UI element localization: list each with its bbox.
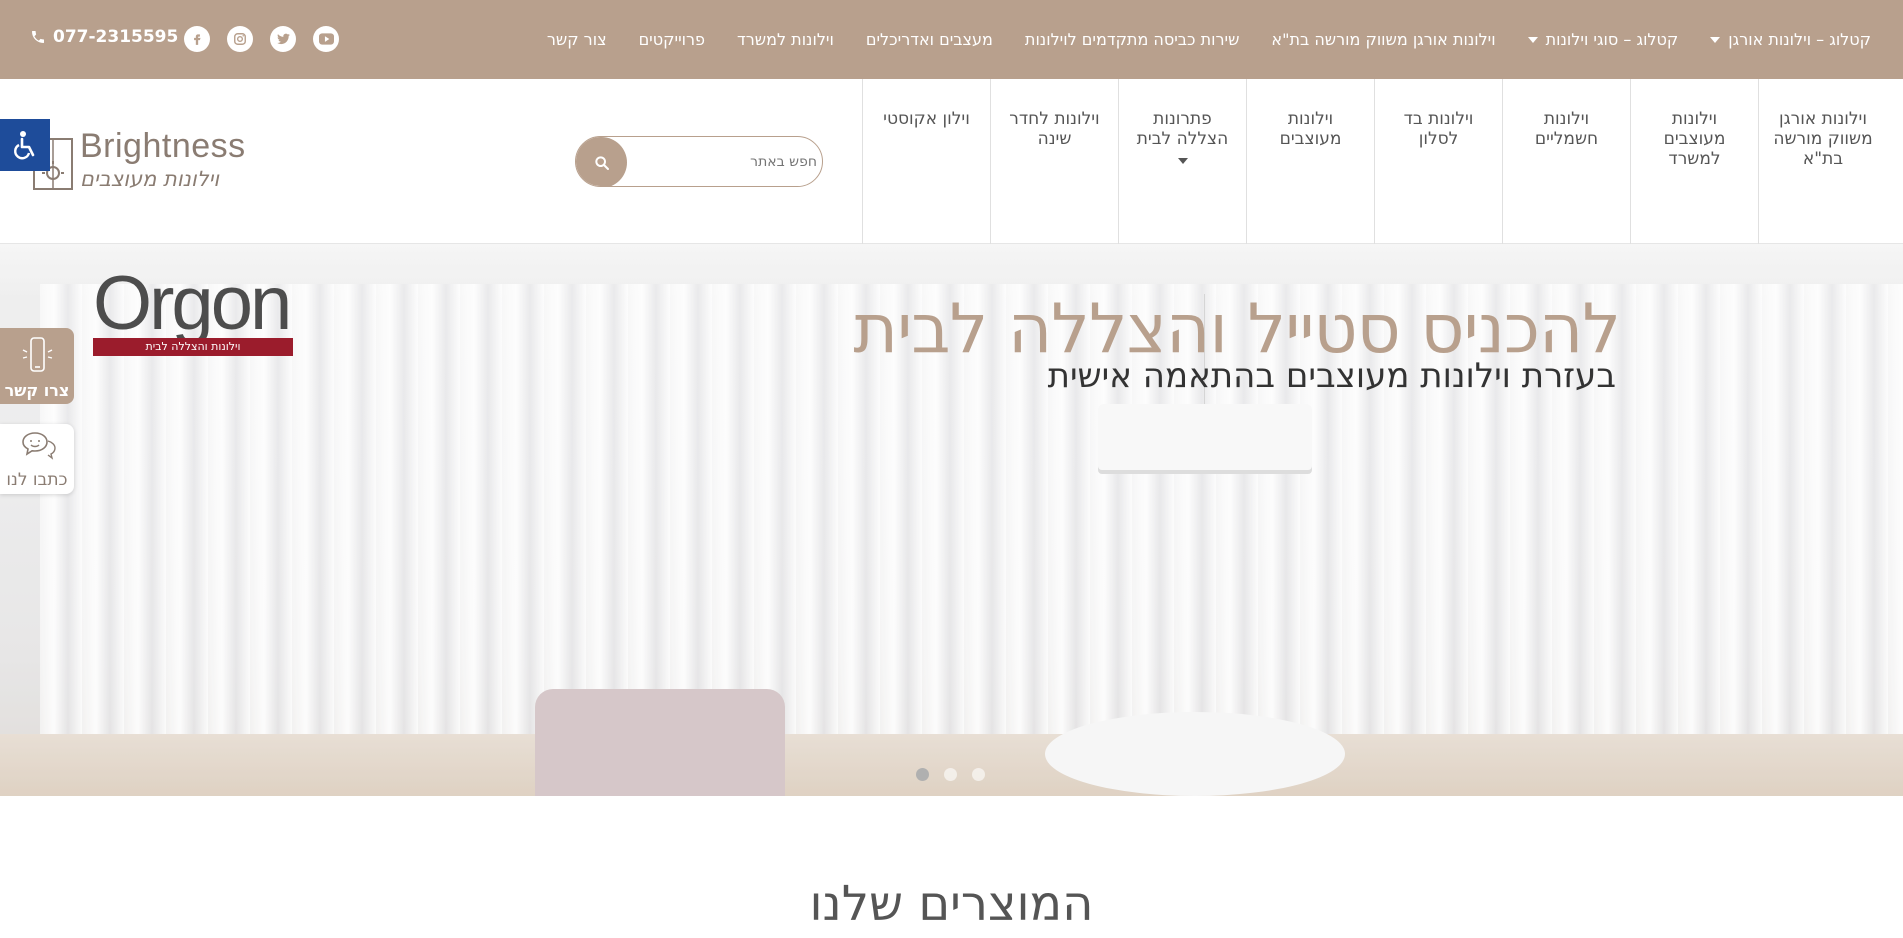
phone-number: 077-2315595 — [53, 27, 179, 47]
category-designed-curtains[interactable]: וילונות מעוצבים — [1247, 79, 1375, 244]
search-input[interactable] — [632, 137, 817, 186]
category-shading-solutions[interactable]: פתרונות הצללה לבית — [1119, 79, 1247, 244]
slider-dot[interactable] — [944, 768, 957, 781]
top-nav-item-designers[interactable]: מעצבים ואדריכלים — [866, 30, 993, 49]
top-nav-label: מעצבים ואדריכלים — [865, 30, 993, 49]
phone-link[interactable]: 077-2315595 — [30, 27, 178, 47]
top-nav-item-office[interactable]: וילונות למשרד — [737, 30, 834, 49]
top-nav-label: וילונות למשרד — [737, 30, 834, 49]
site-logo[interactable]: Brightness וילונות מעוצבים — [30, 127, 245, 199]
top-nav: קטלוג – וילונות אורגן קטלוג – סוגי וילונ… — [547, 0, 1871, 79]
category-label: וילונות אורגן משווק מורשה בת"א — [1773, 109, 1873, 169]
orgon-logo: Orgon וילונות והצללה לבית — [93, 261, 293, 357]
top-nav-item-catalog-types[interactable]: קטלוג – סוגי וילונות — [1527, 30, 1679, 49]
category-office-curtains[interactable]: וילונות מעוצבים למשרד — [1631, 79, 1759, 244]
category-nav: וילונות אורגן משווק מורשה בת"א וילונות מ… — [862, 79, 1887, 244]
category-label: וילונות בד לסלון — [1403, 109, 1474, 149]
orgon-wordmark: Orgon — [93, 261, 292, 346]
slider-dot[interactable] — [916, 768, 929, 781]
accessibility-icon — [14, 131, 35, 160]
hero-slider[interactable]: Orgon וילונות והצללה לבית להכניס סטייל ו… — [0, 244, 1903, 796]
top-nav-item-catalog-orgon[interactable]: קטלוג – וילונות אורגן — [1710, 30, 1871, 49]
accessibility-button[interactable] — [0, 119, 50, 171]
contact-us-label: צרו קשר — [4, 381, 70, 400]
category-label: וילונות חשמליים — [1534, 109, 1599, 149]
slider-dot[interactable] — [972, 768, 985, 781]
write-to-us-label: כתבו לנו — [6, 470, 68, 490]
search-icon — [594, 155, 609, 170]
chevron-down-icon — [1527, 36, 1538, 43]
category-living-room-curtains[interactable]: וילונות בד לסלון — [1375, 79, 1503, 244]
contact-us-widget[interactable]: צרו קשר — [0, 328, 74, 404]
top-nav-label: צור קשר — [546, 30, 607, 49]
top-nav-label: שירות כביסה מתקדמים לוילונות — [1024, 30, 1240, 49]
category-label: פתרונות הצללה לבית — [1136, 109, 1229, 149]
chevron-down-icon — [1177, 158, 1188, 164]
youtube-icon[interactable] — [313, 26, 339, 52]
top-nav-item-authorized-dealer[interactable]: וילונות אורגן משווק מורשה בת"א — [1271, 30, 1495, 49]
top-bar: קטלוג – וילונות אורגן קטלוג – סוגי וילונ… — [0, 0, 1903, 79]
category-label: וילון אקוסטי — [883, 109, 970, 129]
facebook-icon[interactable] — [184, 26, 210, 52]
top-nav-label: קטלוג – וילונות אורגן — [1728, 30, 1871, 49]
write-to-us-widget[interactable]: כתבו לנו — [0, 424, 74, 494]
category-label: וילונות מעוצבים — [1279, 109, 1342, 149]
category-orgon-dealer[interactable]: וילונות אורגן משווק מורשה בת"א — [1759, 79, 1887, 244]
site-header: Brightness וילונות מעוצבים וילונות אורגן… — [0, 79, 1903, 244]
social-links — [184, 26, 339, 52]
hero-subtitle: בעזרת וילונות מעוצבים בהתאמה אישית — [1047, 356, 1616, 396]
slider-dots — [916, 768, 985, 781]
chevron-down-icon — [1710, 36, 1721, 43]
instagram-icon[interactable] — [227, 26, 253, 52]
top-nav-item-contact[interactable]: צור קשר — [547, 30, 607, 49]
logo-tagline: וילונות מעוצבים — [80, 167, 220, 191]
products-section-title: המוצרים שלנו — [809, 876, 1094, 932]
category-electric-curtains[interactable]: וילונות חשמליים — [1503, 79, 1631, 244]
top-nav-label: קטלוג – סוגי וילונות — [1545, 30, 1679, 49]
top-nav-item-washing-service[interactable]: שירות כביסה מתקדמים לוילונות — [1025, 30, 1240, 49]
search-box — [575, 136, 823, 187]
orgon-band: וילונות והצללה לבית — [93, 338, 293, 356]
logo-wordmark: Brightness — [80, 127, 246, 165]
mobile-phone-icon — [22, 337, 53, 372]
chat-bubbles-icon — [22, 432, 56, 460]
category-bedroom-curtains[interactable]: וילונות לחדר שינה — [991, 79, 1119, 244]
category-label: וילונות מעוצבים למשרד — [1663, 109, 1726, 169]
category-acoustic-curtain[interactable]: וילון אקוסטי — [863, 79, 991, 244]
category-label: וילונות לחדר שינה — [1009, 109, 1100, 149]
search-button[interactable] — [576, 137, 627, 186]
phone-icon — [32, 31, 44, 43]
top-nav-item-projects[interactable]: פרוייקטים — [639, 30, 705, 49]
top-nav-label: וילונות אורגן משווק מורשה בת"א — [1271, 30, 1496, 49]
twitter-icon[interactable] — [270, 26, 296, 52]
top-nav-label: פרוייקטים — [638, 30, 706, 49]
